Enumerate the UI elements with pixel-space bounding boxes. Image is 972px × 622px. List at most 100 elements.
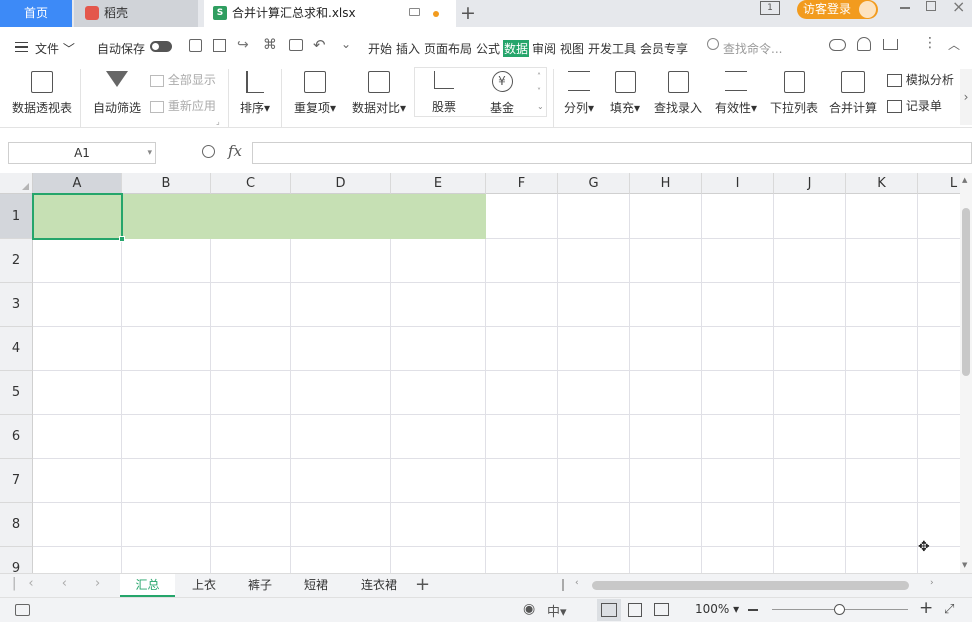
column-header-l[interactable]: L	[918, 173, 960, 194]
fund-button[interactable]: ¥ 基金	[482, 71, 522, 116]
add-sheet-plus-icon[interactable]: +	[415, 574, 430, 596]
menu-start[interactable]: 开始	[368, 40, 392, 57]
tab-home[interactable]: 首页	[0, 0, 72, 27]
column-header-a[interactable]: A	[33, 173, 122, 194]
stock-button[interactable]: 股票	[424, 71, 464, 115]
normal-view-icon[interactable]	[601, 603, 617, 617]
menu-formula[interactable]: 公式	[476, 40, 500, 57]
row-header-9[interactable]: 9	[0, 547, 33, 573]
row-header-6[interactable]: 6	[0, 415, 33, 459]
dialog-launcher-icon[interactable]: ⌟	[216, 117, 220, 126]
undo-icon[interactable]: ↶	[313, 36, 326, 54]
menu-view[interactable]: 视图	[560, 40, 584, 57]
sheet-tab-tops[interactable]: 上衣	[176, 574, 232, 597]
menu-page-layout[interactable]: 页面布局	[424, 40, 472, 57]
autosave-toggle[interactable]	[150, 41, 172, 52]
split-column-button[interactable]: 分列▾	[560, 71, 598, 116]
scroll-left-icon[interactable]: ‹	[575, 578, 579, 588]
zoom-in-icon[interactable]: +	[919, 598, 933, 618]
select-all-corner[interactable]	[0, 173, 33, 194]
menu-data[interactable]: 数据	[503, 40, 530, 57]
reapply-button[interactable]: 重新应用	[150, 97, 216, 114]
scroll-right-icon[interactable]: ›	[930, 578, 934, 588]
eye-protection-icon[interactable]: ◉	[523, 601, 535, 617]
record-form-button[interactable]: 记录单	[887, 97, 942, 114]
column-header-e[interactable]: E	[391, 173, 486, 194]
sheet-tab-dresses[interactable]: 连衣裙	[344, 574, 414, 597]
zoom-level-dropdown[interactable]: 100% ▾	[695, 602, 739, 616]
column-header-d[interactable]: D	[291, 173, 391, 194]
spreadsheet-grid[interactable]: A B C D E F G H I J K L 1 2 3 4 5 6 7 8 …	[0, 173, 960, 573]
column-header-j[interactable]: J	[774, 173, 846, 194]
column-header-k[interactable]: K	[846, 173, 918, 194]
menu-review[interactable]: 审阅	[532, 40, 556, 57]
sort-button[interactable]: 排序▾	[236, 71, 274, 116]
page-layout-view-icon[interactable]	[628, 603, 642, 617]
validity-button[interactable]: 有效性▾	[711, 71, 761, 116]
sheet-tab-summary[interactable]: 汇总	[120, 574, 175, 597]
gallery-scroll-icon[interactable]: ˄ ˅ ⌄	[537, 69, 544, 114]
row-header-4[interactable]: 4	[0, 327, 33, 371]
active-cell-a1[interactable]	[32, 193, 125, 242]
zoom-slider[interactable]	[772, 604, 908, 615]
command-search-input[interactable]: 查找命令...	[723, 40, 782, 57]
tab-daoke[interactable]: 稻壳	[74, 0, 198, 27]
pivot-table-button[interactable]: 数据透视表	[11, 71, 73, 116]
close-icon[interactable]: ×	[952, 0, 965, 16]
lookup-entry-button[interactable]: 查找录入	[652, 71, 704, 116]
duplicates-button[interactable]: 重复项▾	[290, 71, 340, 116]
zoom-out-icon[interactable]	[748, 609, 758, 611]
split-handle-icon[interactable]	[562, 579, 564, 591]
column-header-b[interactable]: B	[122, 173, 211, 194]
menu-developer[interactable]: 开发工具	[588, 40, 636, 57]
more-options-icon[interactable]: ⋮	[923, 35, 937, 51]
column-header-i[interactable]: I	[702, 173, 774, 194]
row-header-8[interactable]: 8	[0, 503, 33, 547]
share-icon[interactable]	[883, 39, 898, 50]
print-preview-icon[interactable]	[213, 39, 226, 52]
row-header-3[interactable]: 3	[0, 283, 33, 327]
data-compare-button[interactable]: 数据对比▾	[347, 71, 411, 116]
redo-icon[interactable]: ↪	[237, 37, 249, 53]
fill-button[interactable]: 填充▾	[606, 71, 644, 116]
row-header-5[interactable]: 5	[0, 371, 33, 415]
formula-input[interactable]	[252, 142, 972, 164]
horizontal-scroll-thumb[interactable]	[592, 581, 909, 590]
row-header-2[interactable]: 2	[0, 239, 33, 283]
row-header-1[interactable]: 1	[0, 194, 33, 239]
menu-member[interactable]: 会员专享	[640, 40, 688, 57]
menu-insert[interactable]: 插入	[396, 40, 420, 57]
name-box[interactable]: A1 ▾	[8, 142, 156, 164]
quick-access-more-icon[interactable]: ⌄	[341, 37, 351, 51]
macro-record-icon[interactable]	[15, 604, 30, 616]
show-all-button[interactable]: 全部显示	[150, 71, 216, 88]
sheet-tab-pants[interactable]: 裤子	[232, 574, 288, 597]
vertical-scrollbar[interactable]: ▲ ▼	[960, 173, 972, 573]
new-tab-plus-icon[interactable]: +	[460, 3, 476, 23]
what-if-analysis-button[interactable]: 模拟分析	[887, 71, 954, 88]
column-header-g[interactable]: G	[558, 173, 630, 194]
file-menu[interactable]: 文件 ﹀	[35, 40, 75, 57]
hamburger-menu-icon[interactable]	[15, 42, 28, 52]
fullscreen-icon[interactable]: ⤢	[944, 602, 954, 617]
consolidate-button[interactable]: 合并计算	[827, 71, 879, 116]
zoom-formula-icon[interactable]	[202, 145, 215, 158]
sheet-tab-skirts[interactable]: 短裙	[288, 574, 344, 597]
fill-handle[interactable]	[119, 236, 125, 242]
save-icon[interactable]	[189, 39, 202, 52]
tab-workbook[interactable]: S 合并计算汇总求和.xlsx	[204, 0, 456, 27]
vertical-scroll-thumb[interactable]	[962, 208, 970, 376]
autofilter-button[interactable]: 自动筛选	[92, 71, 142, 116]
collapse-ribbon-icon[interactable]: ︿	[948, 36, 960, 53]
scroll-down-icon[interactable]: ▼	[962, 561, 967, 569]
collaborate-icon[interactable]	[857, 37, 871, 51]
ribbon-scroll-right-icon[interactable]: ›	[960, 69, 972, 125]
cloud-icon[interactable]	[829, 39, 846, 51]
column-header-f[interactable]: F	[486, 173, 558, 194]
insert-function-icon[interactable]: fx	[228, 142, 242, 160]
name-box-dropdown-icon[interactable]: ▾	[147, 143, 152, 163]
minimize-icon[interactable]	[900, 7, 910, 9]
chinese-input-icon[interactable]: 中▾	[547, 601, 567, 620]
print-icon[interactable]	[289, 39, 303, 51]
window-count-icon[interactable]: 1	[760, 1, 780, 15]
